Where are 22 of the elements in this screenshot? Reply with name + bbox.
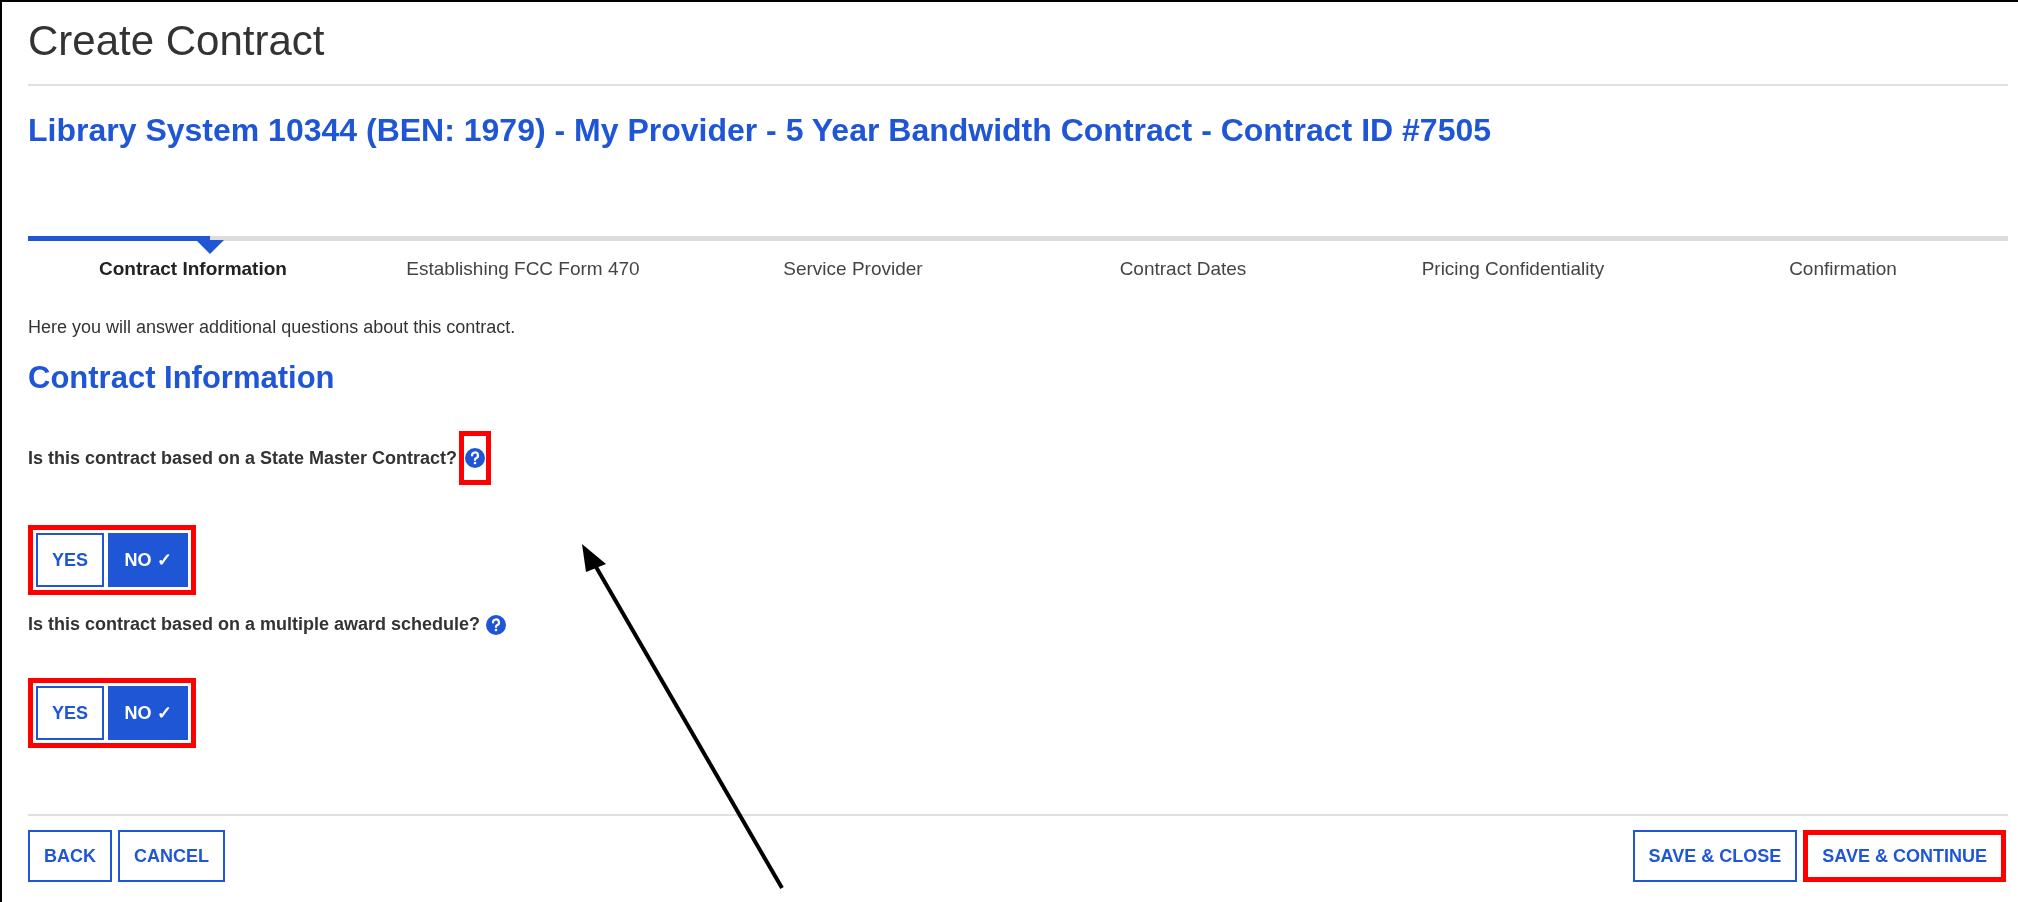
answer-option[interactable]: NO ✓ (108, 686, 189, 740)
page-title: Create Contract (28, 16, 325, 66)
section-title: Contract Information (28, 358, 335, 397)
answer-option[interactable]: YES (36, 686, 105, 740)
answer-option[interactable]: NO ✓ (108, 533, 189, 587)
contract-title: Library System 10344 (BEN: 1979) - My Provider - 5 Year Bandwidth Contract - Contract ID #7505 (28, 111, 1491, 150)
question-text: Is this contract based on a multiple award schedule? (28, 613, 481, 636)
step-tab[interactable]: Contract Dates (1119, 255, 1247, 284)
intro-text: Here you will answer additional questions about this contract. (28, 315, 516, 339)
help-icon[interactable] (465, 448, 486, 468)
save-button[interactable]: SAVE & CONTINUE (1803, 830, 2006, 882)
step-tab[interactable]: Confirmation (1789, 255, 1897, 284)
question-text: Is this contract based on a State Master Contract? (28, 446, 458, 470)
answer-option[interactable]: YES (36, 533, 105, 587)
help-icon[interactable] (486, 614, 507, 635)
step-tab[interactable]: Establishing FCC Form 470 (406, 255, 640, 284)
nav-button[interactable]: CANCEL (118, 830, 225, 882)
save-button[interactable]: SAVE & CLOSE (1632, 830, 1798, 882)
step-tab[interactable]: Pricing Confidentiality (1421, 255, 1605, 284)
step-tab[interactable]: Service Provider (783, 255, 923, 284)
step-tab[interactable]: Contract Information (99, 255, 287, 284)
nav-button[interactable]: BACK (28, 830, 112, 882)
